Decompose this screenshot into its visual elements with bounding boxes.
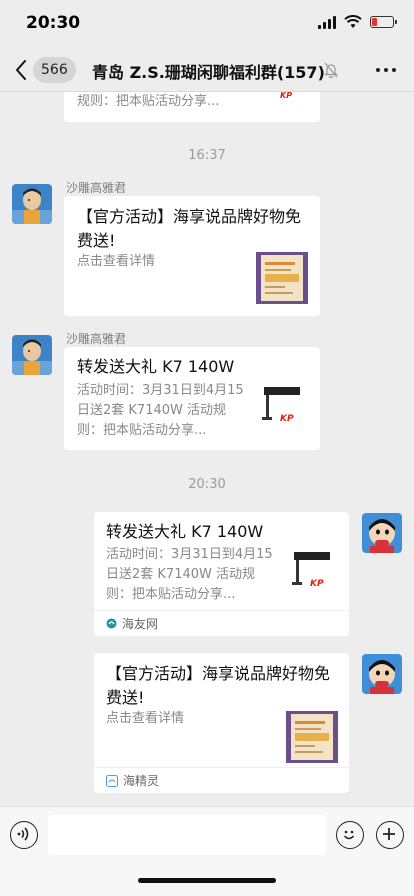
plus-icon[interactable]: [376, 821, 404, 849]
unread-count-badge[interactable]: 566: [33, 57, 76, 83]
card-description: 点击查看详情: [77, 254, 156, 269]
card-description: 活动时间：3月31日到4月15日送2套 K7140W 活动规则：把本贴活动分享.…: [77, 383, 244, 438]
card-title: 转发送大礼 K7 140W: [106, 522, 264, 541]
cellular-signal-icon: [318, 15, 336, 29]
chat-title[interactable]: 青岛 Z.S.珊瑚闲聊福利群(157): [92, 59, 325, 83]
source-logo-icon: [106, 618, 117, 629]
emoji-icon[interactable]: [336, 821, 364, 849]
poster-thumbnail: [256, 252, 308, 304]
poster-thumbnail: [286, 711, 338, 763]
svg-text:KP: KP: [280, 414, 294, 424]
shared-link-card[interactable]: 转发送大礼 K7 140W 活动时间：3月31日到4月15日送2套 K7140W…: [64, 347, 320, 450]
status-time: 20:30: [26, 13, 81, 33]
battery-icon: [370, 16, 397, 28]
voice-icon[interactable]: [10, 821, 38, 849]
chat-messages[interactable]: 规则：把本贴活动分享... KP 16:37 沙雕高雅君 【官方活动】海享说品牌…: [0, 92, 414, 806]
card-title: 【官方活动】海享说品牌好物免费送!: [77, 207, 302, 250]
shared-link-card[interactable]: 转发送大礼 K7 140W 活动时间：3月31日到4月15日送2套 K7140W…: [94, 512, 349, 636]
bell-slash-icon: [324, 62, 338, 78]
lamp-product-thumbnail: KP: [262, 387, 300, 424]
home-indicator: [138, 878, 276, 883]
avatar[interactable]: [12, 335, 52, 375]
avatar[interactable]: [362, 513, 402, 553]
card-title: 【官方活动】海享说品牌好物免费送!: [106, 664, 331, 707]
nav-bar: 566 青岛 Z.S.珊瑚闲聊福利群(157): [0, 48, 414, 92]
source-name: 海友网: [122, 617, 159, 631]
card-description: 规则：把本贴活动分享...: [77, 94, 220, 109]
card-title: 转发送大礼 K7 140W: [77, 357, 235, 376]
sender-name: 沙雕高雅君: [66, 181, 127, 195]
status-icons: [318, 15, 397, 29]
sender-name: 沙雕高雅君: [66, 332, 127, 346]
source-logo-icon: [106, 774, 118, 787]
timestamp: 16:37: [188, 148, 226, 163]
card-source: 海友网: [94, 610, 349, 636]
card-description: 点击查看详情: [106, 711, 185, 726]
shared-link-card[interactable]: 【官方活动】海享说品牌好物免费送! 点击查看详情: [64, 196, 320, 316]
timestamp: 20:30: [188, 477, 226, 492]
avatar[interactable]: [12, 184, 52, 224]
more-dots-icon[interactable]: [376, 68, 396, 72]
svg-text:KP: KP: [280, 92, 292, 100]
card-description: 活动时间：3月31日到4月15日送2套 K7140W 活动规则：把本贴活动分享.…: [106, 547, 273, 602]
shared-link-card[interactable]: 【官方活动】海享说品牌好物免费送! 点击查看详情 海精灵: [94, 653, 349, 793]
message-input[interactable]: [48, 815, 326, 855]
source-name: 海精灵: [123, 774, 160, 788]
card-source: 海精灵: [94, 767, 349, 793]
wifi-icon: [344, 15, 362, 28]
avatar[interactable]: [362, 654, 402, 694]
message-card-partial[interactable]: 规则：把本贴活动分享... KP: [64, 92, 320, 122]
lamp-product-thumbnail: KP: [292, 552, 330, 589]
chevron-left-icon[interactable]: [14, 59, 28, 81]
status-bar: 20:30: [0, 0, 414, 48]
lamp-product-thumbnail: KP: [280, 92, 292, 100]
svg-text:KP: KP: [310, 579, 324, 589]
